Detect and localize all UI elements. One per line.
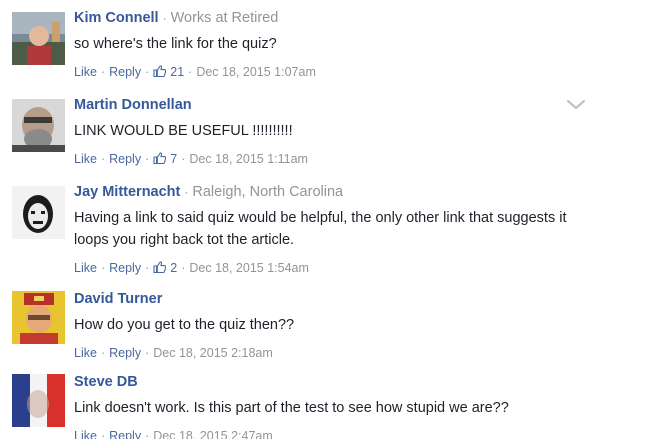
- timestamp[interactable]: Dec 18, 2015 2:47am: [153, 429, 273, 439]
- thumbs-up-icon: [153, 261, 167, 273]
- comment-text: Having a link to said quiz would be help…: [74, 210, 567, 248]
- like-button[interactable]: Like: [74, 152, 97, 166]
- like-count: 7: [170, 152, 178, 166]
- like-button[interactable]: Like: [74, 65, 97, 79]
- avatar[interactable]: [12, 186, 65, 239]
- reply-button[interactable]: Reply: [109, 429, 141, 439]
- like-count: 2: [170, 261, 178, 275]
- author-name[interactable]: Jay Mitternacht: [74, 184, 180, 200]
- thumbs-up-icon: [153, 152, 167, 164]
- like-button[interactable]: Like: [74, 261, 97, 275]
- author-meta[interactable]: Raleigh, North Carolina: [192, 184, 343, 200]
- like-count-badge[interactable]: 21: [153, 65, 184, 79]
- like-count-badge[interactable]: 2: [153, 261, 177, 275]
- reply-button[interactable]: Reply: [109, 346, 141, 360]
- author-meta[interactable]: Works at Retired: [171, 10, 279, 26]
- comment: Jay Mitternacht · Raleigh, North Carolina …: [0, 182, 652, 282]
- like-button[interactable]: Like: [74, 346, 97, 360]
- author-name[interactable]: Kim Connell: [74, 10, 159, 26]
- reply-button[interactable]: Reply: [109, 261, 141, 275]
- avatar[interactable]: [12, 374, 65, 427]
- like-count-badge[interactable]: 7: [153, 152, 177, 166]
- reply-button[interactable]: Reply: [109, 152, 141, 166]
- comment-text: LINK WOULD BE USEFUL !!!!!!!!!!: [74, 123, 293, 139]
- comment: Steve DB Link doesn't work. Is this part…: [0, 372, 652, 439]
- thumbs-up-icon: [153, 65, 167, 77]
- author-name[interactable]: David Turner: [74, 291, 162, 307]
- comment: David Turner How do you get to the quiz …: [0, 289, 652, 364]
- timestamp[interactable]: Dec 18, 2015 1:07am: [196, 65, 316, 79]
- avatar[interactable]: [12, 99, 65, 152]
- comment-text: Link doesn't work. Is this part of the t…: [74, 400, 509, 416]
- separator-dot: ·: [184, 185, 189, 199]
- timestamp[interactable]: Dec 18, 2015 1:54am: [189, 261, 309, 275]
- avatar[interactable]: [12, 291, 65, 344]
- timestamp[interactable]: Dec 18, 2015 2:18am: [153, 346, 273, 360]
- comment-text: so where's the link for the quiz?: [74, 36, 277, 52]
- author-name[interactable]: Steve DB: [74, 374, 138, 390]
- separator-dot: ·: [162, 11, 167, 25]
- comment: Martin Donnellan LINK WOULD BE USEFUL !!…: [0, 95, 652, 175]
- author-name[interactable]: Martin Donnellan: [74, 97, 192, 113]
- comment-list: Kim Connell · Works at Retired so where's …: [0, 0, 652, 439]
- comment: Kim Connell · Works at Retired so where's …: [0, 8, 652, 88]
- like-button[interactable]: Like: [74, 429, 97, 439]
- reply-button[interactable]: Reply: [109, 65, 141, 79]
- timestamp[interactable]: Dec 18, 2015 1:11am: [189, 152, 308, 166]
- avatar[interactable]: [12, 12, 65, 65]
- chevron-down-icon[interactable]: [566, 99, 586, 111]
- comment-text: How do you get to the quiz then??: [74, 317, 295, 333]
- like-count: 21: [170, 65, 185, 79]
